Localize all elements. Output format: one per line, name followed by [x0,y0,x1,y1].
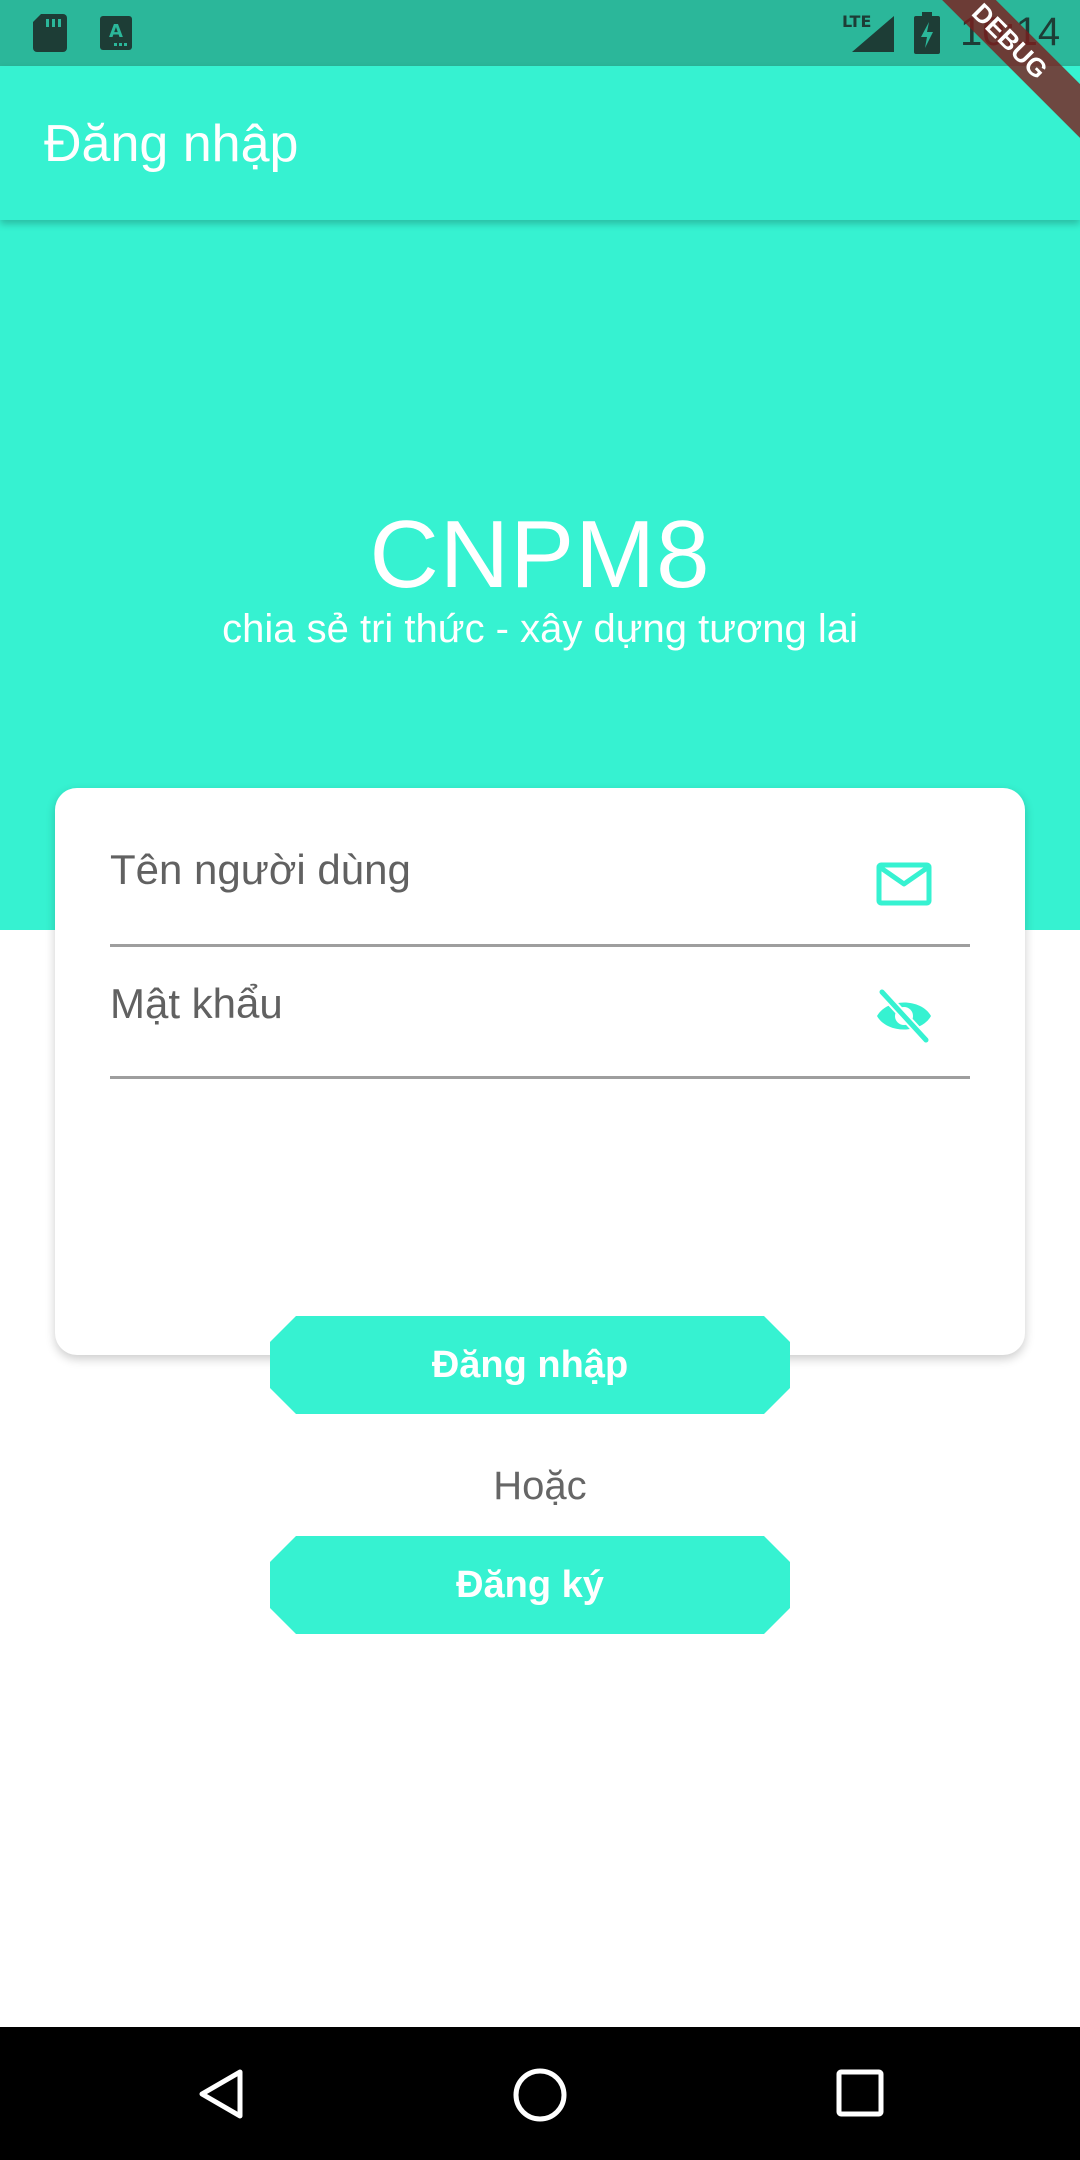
or-separator-label: Hoặc [493,1464,587,1508]
password-label: Mật khẩu [110,980,283,1027]
brand-tagline: chia sẻ tri thức - xây dựng tương lai [222,607,858,651]
login-card: Tên người dùng Mật khẩu [55,788,1025,1355]
username-field[interactable]: Tên người dùng [110,814,970,947]
username-label: Tên người dùng [110,846,411,893]
keyboard-a-icon: A [100,16,132,50]
battery-charging-icon [914,12,940,54]
recents-icon[interactable] [836,2069,884,2117]
mail-icon [876,862,932,906]
home-icon[interactable] [512,2067,568,2123]
sd-card-icon [33,14,67,52]
navigation-bar [0,2027,1080,2160]
app-bar: Đăng nhập [0,66,1080,220]
brand-title: CNPM8 [369,501,711,608]
register-button[interactable]: Đăng ký [270,1536,790,1634]
signal-icon [852,16,894,52]
login-button[interactable]: Đăng nhập [270,1316,790,1414]
eye-off-icon[interactable] [874,986,934,1046]
password-field[interactable]: Mật khẩu [110,946,970,1079]
status-bar: A LTE 10:14 [0,0,1080,66]
svg-text:A: A [109,21,123,42]
back-icon[interactable] [196,2067,246,2121]
app-bar-title: Đăng nhập [44,115,299,173]
